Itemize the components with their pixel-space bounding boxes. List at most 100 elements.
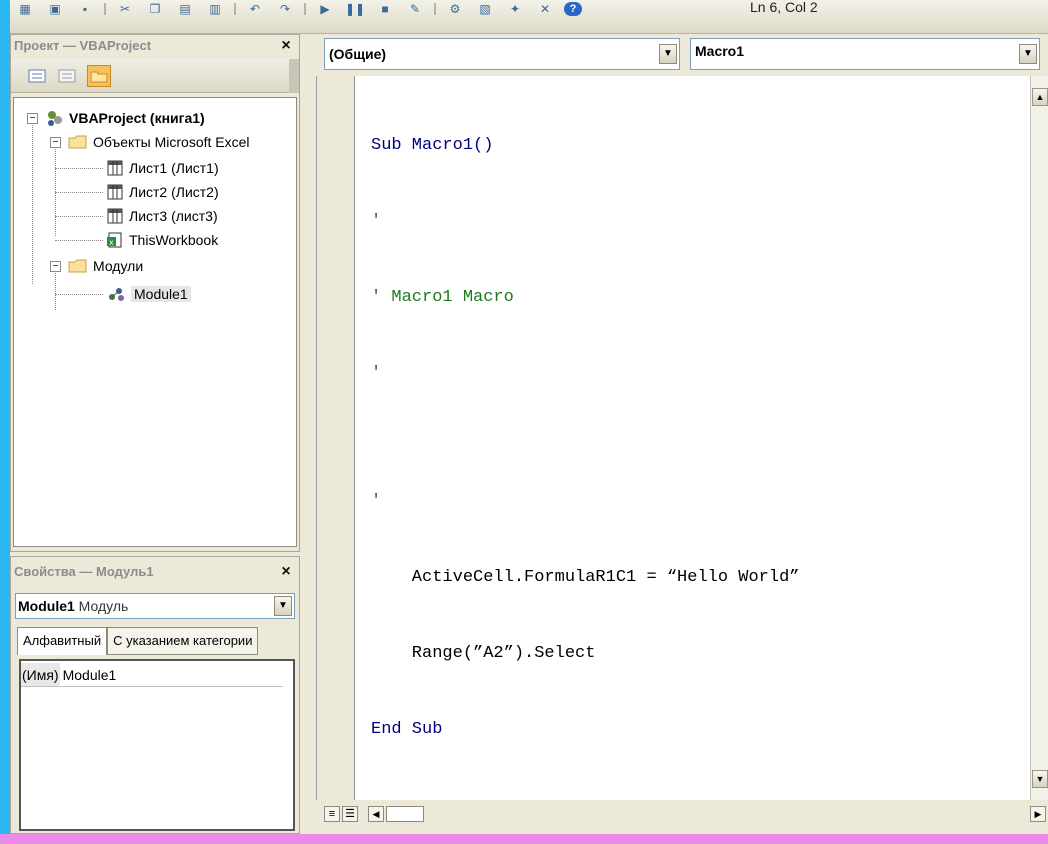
margin-indicator-bar[interactable] <box>317 76 355 800</box>
undo-icon[interactable]: ↶ <box>244 2 266 16</box>
tree-folder-excel-objects[interactable]: Объекты Microsoft Excel <box>68 130 250 154</box>
bottom-frame-strip <box>0 834 1048 844</box>
procedure-combo[interactable]: Macro1 ▼ <box>690 38 1040 70</box>
object-type: Модуль <box>78 598 129 614</box>
project-explorer-title: Проект — VBAProject <box>14 38 152 53</box>
reset-icon[interactable]: ■ <box>374 2 396 16</box>
toolbox-icon[interactable]: ✕ <box>534 2 556 16</box>
standard-toolbar: ▦ ▣ ▪ ✂ ❐ ▤ ▥ ↶ ↷ ▶ ❚❚ ■ ✎ ⚙ ▧ ✦ ✕ ? Ln … <box>10 0 1048 34</box>
folder-icon <box>68 258 88 274</box>
collapse-toggle[interactable]: − <box>50 137 61 148</box>
module-icon <box>106 285 126 303</box>
left-frame-strip <box>0 0 10 844</box>
tree-item-sheet3[interactable]: Лист3 (лист3) <box>106 204 218 228</box>
code-line: ' <box>371 491 382 511</box>
paste-icon[interactable]: ▤ <box>174 2 196 16</box>
vba-editor-window: ▦ ▣ ▪ ✂ ❐ ▤ ▥ ↶ ↷ ▶ ❚❚ ■ ✎ ⚙ ▧ ✦ ✕ ? Ln … <box>10 0 1048 834</box>
tree-item-sheet2[interactable]: Лист2 (Лист2) <box>106 180 219 204</box>
chevron-down-icon[interactable]: ▼ <box>1019 44 1037 64</box>
collapse-toggle[interactable]: − <box>27 113 38 124</box>
toolbar-separator <box>234 3 236 15</box>
collapse-toggle[interactable]: − <box>50 261 61 272</box>
folder-icon <box>68 134 88 150</box>
code-line: ' Macro1 Macro <box>371 288 514 308</box>
find-icon[interactable]: ▥ <box>204 2 226 16</box>
scroll-left-icon[interactable]: ◀ <box>368 806 384 822</box>
redo-icon[interactable]: ↷ <box>274 2 296 16</box>
tree-connector <box>55 168 103 169</box>
insert-module-icon[interactable]: ▣ <box>44 2 66 16</box>
project-explorer-icon[interactable]: ⚙ <box>444 2 466 16</box>
project-tree: − VBAProject (книга1) − Объекты Microsof… <box>13 97 297 547</box>
property-key: (Имя) <box>21 663 60 686</box>
tree-item-vbaproject[interactable]: VBAProject (книга1) <box>46 106 205 130</box>
full-module-view-icon[interactable]: ☰ <box>342 806 358 822</box>
run-icon[interactable]: ▶ <box>314 2 336 16</box>
tree-connector <box>55 192 103 193</box>
object-combo[interactable]: (Общие) ▼ <box>324 38 680 70</box>
tab-categorized[interactable]: С указанием категории <box>107 627 259 655</box>
code-editor[interactable]: Sub Macro1() ' ' Macro1 Macro ' ' Active… <box>316 76 1048 800</box>
toggle-folders-icon[interactable] <box>87 65 111 87</box>
properties-panel: Свойства — Модуль1 × Module1 Модуль ▼ Ал… <box>10 556 300 834</box>
tree-item-module1[interactable]: Module1 <box>106 282 191 306</box>
code-line: End Sub <box>371 720 443 740</box>
view-code-icon[interactable] <box>25 65 49 87</box>
help-icon[interactable]: ? <box>564 2 582 16</box>
scroll-right-icon[interactable]: ▶ <box>1030 806 1046 822</box>
tree-label: Модули <box>93 258 144 274</box>
scroll-up-icon[interactable]: ▲ <box>1032 88 1048 106</box>
tree-label: Объекты Microsoft Excel <box>93 134 250 150</box>
horizontal-scrollbar[interactable] <box>386 806 424 822</box>
tree-label: ThisWorkbook <box>129 232 219 248</box>
vertical-scrollbar[interactable]: ▲ ▼ <box>1030 76 1048 800</box>
worksheet-icon <box>106 159 124 177</box>
object-selector[interactable]: Module1 Модуль ▼ <box>15 593 295 619</box>
close-icon[interactable]: × <box>277 37 295 55</box>
code-line: ' <box>371 364 382 384</box>
toolbar-overflow-icon[interactable] <box>289 59 299 93</box>
cut-icon[interactable]: ✂ <box>114 2 136 16</box>
code-window: (Общие) ▼ Macro1 ▼ Sub Macro1() ' ' Macr… <box>308 34 1048 834</box>
properties-title: Свойства — Модуль1 <box>14 564 154 579</box>
design-mode-icon[interactable]: ✎ <box>404 2 426 16</box>
scroll-down-icon[interactable]: ▼ <box>1032 770 1048 788</box>
tree-connector <box>55 216 103 217</box>
tree-connector <box>55 142 56 236</box>
tree-label: VBAProject (книга1) <box>69 110 205 126</box>
tree-label: Лист2 (Лист2) <box>129 184 219 200</box>
object-browser-icon[interactable]: ✦ <box>504 2 526 16</box>
properties-window-icon[interactable]: ▧ <box>474 2 496 16</box>
break-icon[interactable]: ❚❚ <box>344 2 366 16</box>
tree-connector <box>55 240 103 241</box>
worksheet-icon <box>106 207 124 225</box>
copy-icon[interactable]: ❐ <box>144 2 166 16</box>
code-line: ' <box>371 212 382 232</box>
save-icon[interactable]: ▪ <box>74 2 96 16</box>
toolbar-separator <box>104 3 106 15</box>
tree-folder-modules[interactable]: Модули <box>68 254 143 278</box>
view-excel-icon[interactable]: ▦ <box>14 2 36 16</box>
properties-grid: (Имя) Module1 <box>19 659 295 831</box>
code-line: Sub Macro1() <box>371 135 494 155</box>
object-combo-value: (Общие) <box>329 46 387 62</box>
code-text[interactable]: Sub Macro1() ' ' Macro1 Macro ' ' Active… <box>371 82 799 793</box>
tree-label: Лист3 (лист3) <box>129 208 218 224</box>
tree-item-sheet1[interactable]: Лист1 (Лист1) <box>106 156 219 180</box>
chevron-down-icon[interactable]: ▼ <box>274 596 292 616</box>
cursor-position-status: Ln 6, Col 2 <box>750 0 818 15</box>
property-row[interactable]: (Имя) Module1 <box>21 663 283 687</box>
close-icon[interactable]: × <box>277 563 295 581</box>
project-explorer-panel: Проект — VBAProject × − VBAProject (книг… <box>10 34 300 552</box>
view-object-icon[interactable] <box>55 65 79 87</box>
tree-connector <box>32 118 33 284</box>
chevron-down-icon[interactable]: ▼ <box>659 44 677 64</box>
tree-item-thisworkbook[interactable]: x ThisWorkbook <box>106 228 218 252</box>
property-value[interactable]: Module1 <box>60 663 117 686</box>
tab-alphabetic[interactable]: Алфавитный <box>17 627 108 655</box>
properties-tabs: Алфавитный С указанием категории <box>17 627 259 655</box>
procedure-view-icon[interactable]: ≡ <box>324 806 340 822</box>
tree-connector <box>55 266 56 310</box>
object-name: Module1 <box>18 598 75 614</box>
worksheet-icon <box>106 183 124 201</box>
